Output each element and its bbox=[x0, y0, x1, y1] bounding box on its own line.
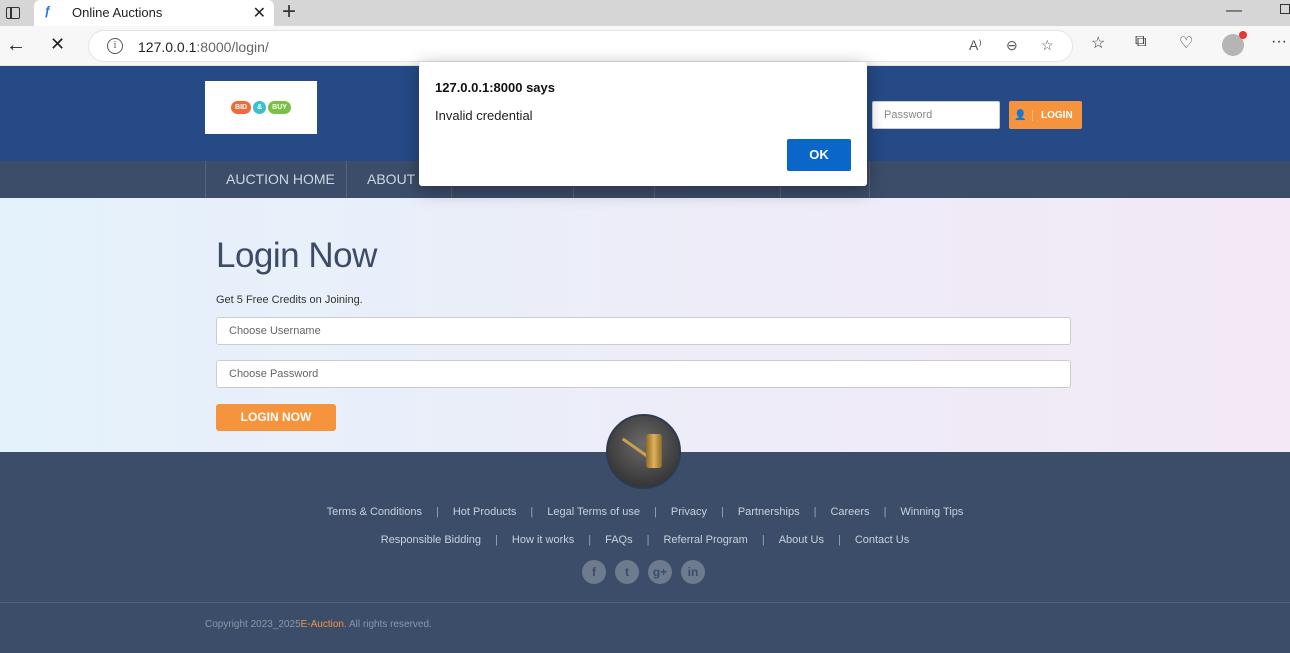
maximize-icon[interactable] bbox=[1280, 4, 1290, 14]
favorites-icon[interactable]: ☆ bbox=[1091, 33, 1105, 53]
user-icon: 👤 bbox=[1009, 109, 1033, 121]
twitter-icon[interactable]: t bbox=[615, 560, 639, 584]
footer-link-terms[interactable]: Terms & Conditions bbox=[313, 506, 436, 518]
site-info-icon[interactable]: i bbox=[107, 38, 123, 54]
gavel-image bbox=[606, 414, 681, 489]
footer-link-careers[interactable]: Careers bbox=[816, 506, 883, 518]
zoom-out-icon[interactable]: ⊖ bbox=[1006, 37, 1018, 54]
logo-word-and: & bbox=[253, 101, 267, 114]
browser-tab-bar: ƒ Online Auctions ✕ + — bbox=[0, 0, 1290, 26]
browser-essentials-icon[interactable]: ♡ bbox=[1179, 33, 1193, 53]
favicon-icon: ƒ bbox=[44, 4, 51, 18]
site-logo[interactable]: BID & BUY bbox=[205, 81, 317, 134]
password-input[interactable]: Choose Password bbox=[216, 360, 1071, 388]
alert-dialog: 127.0.0.1:8000 says Invalid credential O… bbox=[419, 62, 867, 186]
footer-link-privacy[interactable]: Privacy bbox=[657, 506, 721, 518]
copyright-suffix: . All rights reserved. bbox=[344, 619, 432, 630]
logo-word-bid: BID bbox=[231, 101, 252, 114]
copyright-prefix: Copyright 2023_2025 bbox=[205, 619, 301, 630]
footer-link-partnerships[interactable]: Partnerships bbox=[724, 506, 814, 518]
footer-link-how-it-works[interactable]: How it works bbox=[498, 534, 588, 546]
site-footer: Terms & Conditions | Hot Products | Legal Te… bbox=[0, 414, 1290, 653]
header-password-input[interactable]: Password bbox=[872, 101, 1000, 129]
footer-links-row-2: Responsible Bidding | How it works | FAQs | Re… bbox=[0, 534, 1290, 546]
logo-word-buy: BUY bbox=[268, 101, 291, 114]
page-title: Login Now bbox=[216, 236, 377, 275]
footer-link-contact-us[interactable]: Contact Us bbox=[841, 534, 923, 546]
footer-link-winning-tips[interactable]: Winning Tips bbox=[886, 506, 977, 518]
browser-tab[interactable]: ƒ Online Auctions ✕ bbox=[34, 0, 274, 26]
close-tab-icon[interactable]: ✕ bbox=[253, 3, 266, 23]
google-plus-icon[interactable]: g+ bbox=[648, 560, 672, 584]
page-subtitle: Get 5 Free Credits on Joining. bbox=[216, 294, 363, 306]
new-tab-icon[interactable]: + bbox=[282, 0, 296, 26]
read-aloud-icon[interactable]: A⁾ bbox=[969, 37, 982, 54]
linkedin-icon[interactable]: in bbox=[681, 560, 705, 584]
url-host: 127.0.0.1 bbox=[138, 39, 197, 55]
collections-icon[interactable]: ⧉ bbox=[1135, 33, 1146, 51]
nav-auction-home[interactable]: AUCTION HOME bbox=[205, 161, 346, 198]
more-options-icon[interactable]: ··· bbox=[1271, 33, 1287, 51]
profile-avatar-icon[interactable] bbox=[1222, 31, 1247, 56]
tab-title: Online Auctions bbox=[72, 5, 163, 20]
username-input[interactable]: Choose Username bbox=[216, 317, 1071, 345]
footer-divider bbox=[0, 602, 1290, 603]
footer-link-legal-terms[interactable]: Legal Terms of use bbox=[533, 506, 654, 518]
footer-link-responsible-bidding[interactable]: Responsible Bidding bbox=[367, 534, 495, 546]
copyright: Copyright 2023_2025E-Auction. All rights… bbox=[205, 619, 432, 630]
header-login-button[interactable]: 👤 LOGIN bbox=[1009, 101, 1082, 129]
header-login-label: LOGIN bbox=[1041, 109, 1073, 121]
footer-link-about-us[interactable]: About Us bbox=[765, 534, 838, 546]
back-arrow-icon[interactable]: ← bbox=[6, 34, 26, 57]
stop-loading-icon[interactable]: ✕ bbox=[50, 34, 65, 55]
login-now-button[interactable]: LOGIN NOW bbox=[216, 404, 336, 431]
footer-link-hot-products[interactable]: Hot Products bbox=[439, 506, 531, 518]
minimize-icon[interactable]: — bbox=[1226, 2, 1242, 20]
url-path: :8000/login/ bbox=[196, 39, 269, 55]
address-bar[interactable]: i 127.0.0.1:8000/login/ A⁾ ⊖ ☆ bbox=[88, 30, 1073, 62]
tab-actions-icon[interactable] bbox=[0, 0, 26, 26]
url-text[interactable]: 127.0.0.1:8000/login/ bbox=[138, 39, 269, 55]
footer-link-faqs[interactable]: FAQs bbox=[591, 534, 647, 546]
footer-link-referral[interactable]: Referral Program bbox=[649, 534, 761, 546]
copyright-brand-link[interactable]: E-Auction bbox=[301, 619, 344, 630]
social-links: f t g+ in bbox=[582, 560, 705, 584]
dialog-message: Invalid credential bbox=[435, 108, 533, 123]
facebook-icon[interactable]: f bbox=[582, 560, 606, 584]
add-favorite-icon[interactable]: ☆ bbox=[1041, 37, 1054, 54]
dialog-title: 127.0.0.1:8000 says bbox=[435, 80, 555, 95]
dialog-ok-button[interactable]: OK bbox=[787, 139, 851, 171]
footer-links-row-1: Terms & Conditions | Hot Products | Legal Te… bbox=[0, 506, 1290, 518]
